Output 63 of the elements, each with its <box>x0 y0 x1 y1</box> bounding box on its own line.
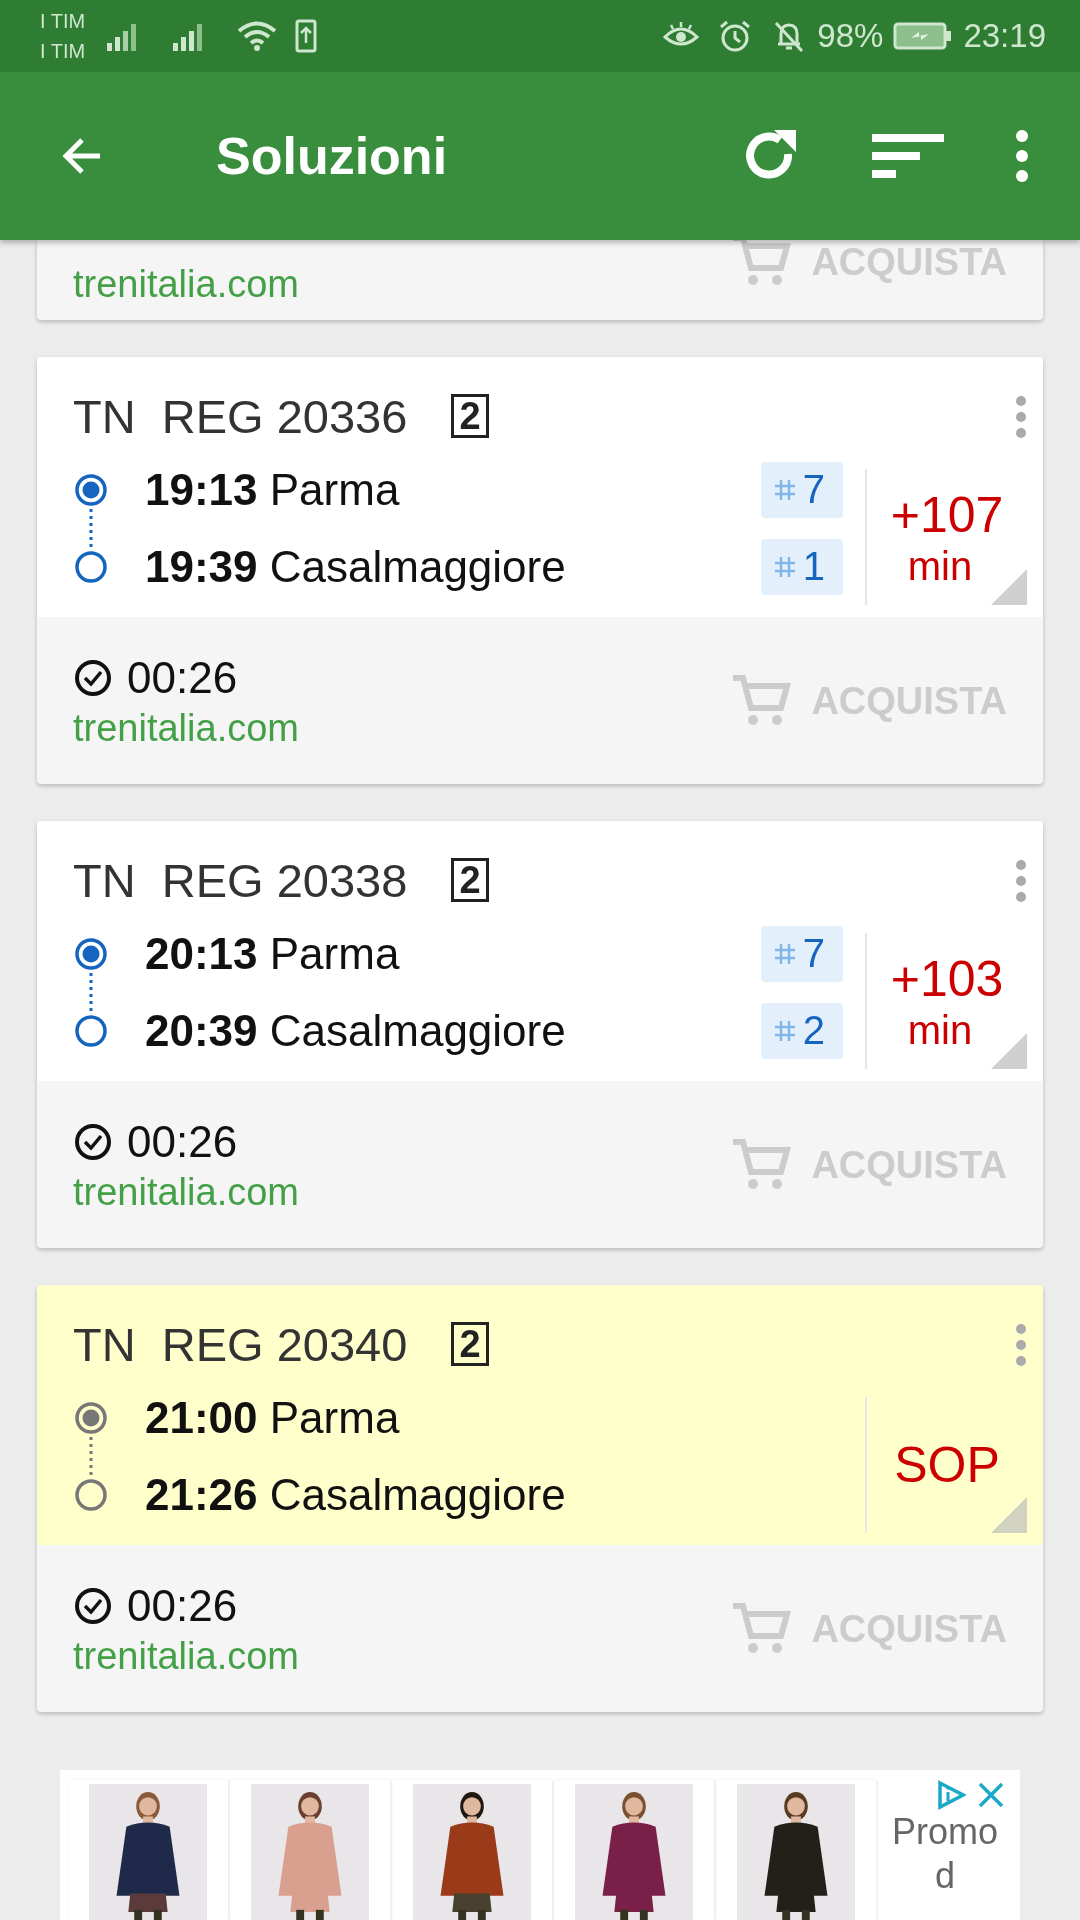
track-icon <box>772 477 797 502</box>
upload-icon <box>295 19 318 53</box>
class-badge: 2 <box>451 1322 489 1366</box>
travel-duration: 00:26 <box>127 1117 238 1167</box>
class-badge: 2 <box>451 858 489 902</box>
status-label: SOP <box>894 1436 1000 1494</box>
dotted-connector <box>88 507 94 547</box>
close-icon[interactable] <box>976 1780 1006 1810</box>
platform-chip: 7 <box>760 461 843 518</box>
more-options-icon[interactable] <box>1015 1323 1027 1367</box>
arrival-circle-icon <box>73 1012 109 1049</box>
dotted-connector <box>88 1435 94 1475</box>
provider-link[interactable]: trenitalia.com <box>73 1171 732 1214</box>
clock-icon <box>73 1122 113 1162</box>
departure-dot-icon <box>73 1399 109 1436</box>
class-badge: 2 <box>451 394 489 438</box>
more-options-icon[interactable] <box>1014 128 1030 184</box>
clock-icon <box>73 1586 113 1626</box>
stop-time-station: 21:26 Casalmaggiore <box>145 1469 566 1520</box>
travel-duration: 00:26 <box>127 653 238 703</box>
train-number: TN REG 20340 <box>73 1316 408 1372</box>
wifi-icon <box>237 20 278 52</box>
delay-value: +107 <box>890 485 1004 544</box>
carrier-name: I TIM <box>40 39 86 64</box>
provider-link[interactable]: trenitalia.com <box>73 1635 732 1678</box>
battery-icon <box>893 21 954 51</box>
corner-triangle-icon[interactable] <box>991 1497 1027 1533</box>
delay-value: +103 <box>890 949 1004 1008</box>
arrival-circle-icon <box>73 548 109 585</box>
track-icon <box>772 554 797 579</box>
train-number: TN REG 20336 <box>73 388 408 444</box>
platform-chip: 2 <box>760 1002 843 1059</box>
stop-time-station: 20:13 Parma <box>145 928 400 979</box>
track-icon <box>772 1018 797 1043</box>
train-number: TN REG 20338 <box>73 852 408 908</box>
platform-chip: 7 <box>760 925 843 982</box>
carrier-name: I TIM <box>40 9 86 34</box>
clock-icon <box>73 658 113 698</box>
advertiser-name: Promod <box>891 1810 999 1898</box>
ad-choices-icon[interactable] <box>936 1780 966 1810</box>
stop-time-station: 20:39 Casalmaggiore <box>145 1005 566 1056</box>
departure-dot-icon <box>73 471 109 508</box>
corner-triangle-icon[interactable] <box>991 1033 1027 1069</box>
travel-duration: 00:26 <box>127 1581 238 1631</box>
arrival-circle-icon <box>73 1476 109 1513</box>
clock-time: 23:19 <box>963 17 1046 55</box>
provider-link[interactable]: trenitalia.com <box>73 263 732 306</box>
screen-title: Soluzioni <box>216 126 448 186</box>
more-options-icon[interactable] <box>1015 859 1027 903</box>
stop-time-station: 19:13 Parma <box>145 464 400 515</box>
stop-time-station: 19:39 Casalmaggiore <box>145 541 566 592</box>
provider-link[interactable]: trenitalia.com <box>73 707 732 750</box>
battery-percent: 98% <box>817 17 884 55</box>
delay-unit: min <box>907 1007 973 1053</box>
more-options-icon[interactable] <box>1015 395 1027 439</box>
platform-chip: 1 <box>760 538 843 595</box>
ad-banner[interactable]: Promod <box>60 1770 1020 1920</box>
delay-unit: min <box>907 543 973 589</box>
departure-dot-icon <box>73 935 109 972</box>
stop-time-station: 21:00 Parma <box>145 1392 400 1443</box>
dotted-connector <box>88 971 94 1011</box>
track-icon <box>772 941 797 966</box>
corner-triangle-icon[interactable] <box>991 569 1027 605</box>
